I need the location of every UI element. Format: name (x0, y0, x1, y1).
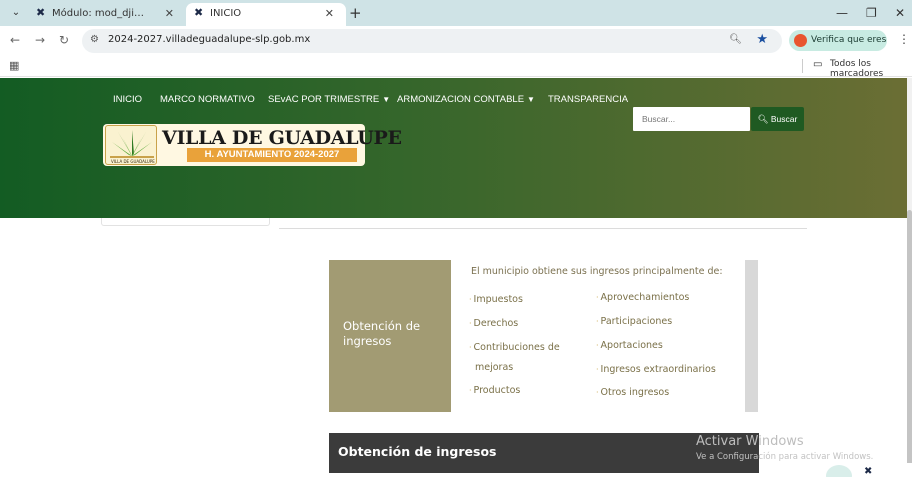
income-item: · Productos (469, 385, 521, 396)
income-item: · Impuestos (469, 294, 523, 305)
joomla-icon: ✖ (864, 466, 873, 477)
tab-strip: ⌄ ✖ Módulo: mod_djimageslider - I ✕ ✖ IN… (0, 0, 912, 26)
caret-down-icon: ▼ (382, 95, 391, 104)
content-divider (279, 228, 807, 229)
tab-title: Módulo: mod_djimageslider - I (52, 8, 152, 19)
address-row: ← → ↻ ⚙ 2024-2027.villadeguadalupe-slp.g… (0, 26, 912, 66)
verify-button[interactable]: Verifica que eres tú (789, 30, 887, 66)
tab-inicio[interactable]: ✖ INICIO ✕ (186, 3, 346, 26)
page-scrollbar-thumb[interactable] (907, 210, 912, 470)
close-icon[interactable]: ✕ (165, 3, 174, 24)
infographic-scrollbar[interactable] (745, 260, 758, 412)
address-bar[interactable]: ⚙ 2024-2027.villadeguadalupe-slp.gob.mx … (82, 29, 782, 53)
apps-grid-icon[interactable]: ▦ (9, 59, 19, 72)
url-text[interactable]: 2024-2027.villadeguadalupe-slp.gob.mx (108, 34, 310, 45)
site-settings-icon[interactable]: ⚙ (90, 34, 99, 45)
sidebar-box (101, 218, 270, 226)
bookmark-star-icon[interactable]: ★ (756, 32, 768, 47)
site-header: INICIO MARCO NORMATIVO SEvAC POR TRIMEST… (0, 78, 907, 218)
tab-modulo[interactable]: ✖ Módulo: mod_djimageslider - I ✕ (28, 3, 186, 26)
bookmarks-divider (802, 59, 803, 73)
nav-armonizacion[interactable]: ARMONIZACION CONTABLE ▼ (397, 94, 535, 105)
nav-sevac[interactable]: SEvAC POR TRIMESTRE ▼ (268, 94, 390, 105)
income-item: · Ingresos extraordinarios (596, 364, 716, 375)
all-bookmarks-link[interactable]: Todos los marcadores (830, 59, 912, 79)
income-item: · Aportaciones (596, 340, 663, 351)
infographic-intro: El municipio obtiene sus ingresos princi… (471, 266, 723, 277)
windows-watermark-subtitle: Ve a Configuración para activar Windows. (696, 452, 874, 462)
reload-icon[interactable]: ↻ (59, 32, 69, 48)
income-item: · Otros ingresos (596, 387, 670, 398)
site-logo[interactable]: VILLA DE GUADALUPE VILLA DE GUADALUPE H.… (103, 124, 402, 166)
section-title: Obtención de ingresos (338, 444, 497, 459)
search-button[interactable]: 🔍︎ Buscar (751, 107, 804, 131)
income-item: · Derechos (469, 318, 519, 329)
nav-inicio[interactable]: INICIO (113, 94, 142, 105)
emblem-caption: VILLA DE GUADALUPE (111, 159, 155, 164)
search-icon: 🔍︎ (757, 114, 769, 124)
restore-icon[interactable]: ❐ (866, 3, 877, 23)
extension-icon (794, 34, 807, 47)
close-icon[interactable]: ✕ (325, 3, 334, 24)
income-item: mejoras (475, 362, 514, 373)
income-item: · Contribuciones de (469, 342, 560, 353)
tab-title: INICIO (210, 8, 242, 19)
windows-watermark-title: Activar Windows (696, 434, 804, 449)
close-window-icon[interactable]: ✕ (895, 3, 905, 23)
infographic-title: Obtención de ingresos (343, 319, 421, 348)
logo-title: VILLA DE GUADALUPE (162, 127, 402, 149)
joomla-icon: ✖ (36, 6, 46, 19)
infographic-label-panel: Obtención de ingresos (329, 260, 451, 412)
zoom-icon[interactable]: 🔍︎ (729, 34, 742, 45)
back-icon[interactable]: ← (10, 32, 20, 48)
joomla-icon: ✖ (194, 6, 204, 19)
income-item: · Participaciones (596, 316, 673, 327)
minimize-icon[interactable]: — (836, 3, 848, 23)
income-item: · Aprovechamientos (596, 292, 690, 303)
logo-subtitle: H. AYUNTAMIENTO 2024-2027 (187, 148, 357, 162)
caret-down-icon: ▼ (527, 95, 535, 104)
forward-icon[interactable]: → (35, 32, 45, 48)
agave-emblem-icon: VILLA DE GUADALUPE (105, 125, 157, 165)
section-panel: Obtención de ingresos (329, 433, 759, 473)
nav-transparencia[interactable]: TRANSPARENCIA (548, 94, 628, 105)
folder-icon: ▭ (813, 59, 823, 70)
search-input[interactable] (633, 107, 750, 131)
bookmarks-bar: ▦ ▭ Todos los marcadores (0, 55, 912, 79)
menu-icon[interactable]: ⋮ (898, 32, 910, 46)
tab-search-icon[interactable]: ⌄ (8, 5, 24, 21)
new-tab-icon[interactable]: + (349, 3, 362, 23)
nav-marco-normativo[interactable]: MARCO NORMATIVO (160, 94, 255, 105)
